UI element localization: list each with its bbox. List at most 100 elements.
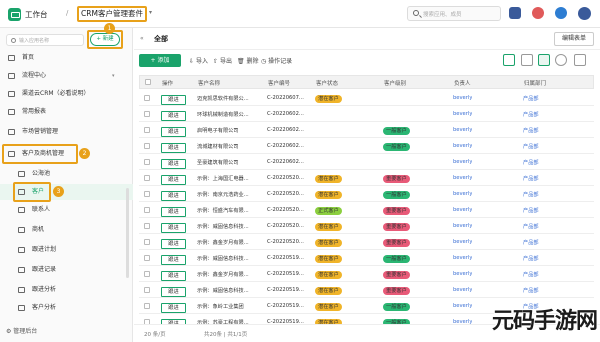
table-row[interactable]: 跟进 示例：威固信息科技... C-20220519... 潜在客户 一般客户 bever… [139,250,594,266]
page-size-select[interactable]: 20 条/页 [144,330,166,338]
column-header-level[interactable]: 客户级别 [384,79,406,87]
column-header-owner[interactable]: 负责人 [454,79,471,87]
app-center-icon[interactable] [509,7,521,19]
follow-up-button[interactable]: 跟进 [161,303,186,313]
department-link[interactable]: 产品部 [523,207,539,214]
sidebar-item-reports[interactable]: 常用报表 [0,104,133,120]
sidebar-item-marketing[interactable]: 市场营销管理 [0,124,133,140]
column-header-status[interactable]: 客户状态 [316,79,338,87]
sidebar-scrollbar[interactable] [126,188,129,278]
row-checkbox[interactable] [144,271,150,277]
follow-up-button[interactable]: 跟进 [161,143,186,153]
global-search-input[interactable]: 搜索应用、成员 [407,6,501,21]
chevron-down-icon[interactable]: ▾ [149,9,152,16]
department-link[interactable]: 产品部 [523,175,539,182]
app-title-selector[interactable]: CRM客户管理套件 [77,6,147,22]
view-title[interactable]: 全部 [154,34,168,44]
row-checkbox[interactable] [144,159,150,165]
column-header-operation[interactable]: 操作 [162,79,173,87]
table-row[interactable]: 跟进 启明电子有限公司 C-20220602... 一般客户 beverly 产品部 [139,122,594,138]
delete-button[interactable]: 🗑 删除 [237,56,259,65]
row-checkbox[interactable] [144,239,150,245]
row-checkbox[interactable] [144,127,150,133]
avatar[interactable] [578,7,591,20]
row-checkbox[interactable] [144,175,150,181]
owner-link[interactable]: beverly [453,207,472,213]
follow-up-button[interactable]: 跟进 [161,239,186,249]
edit-form-button[interactable]: 编辑表单 [554,32,594,46]
row-checkbox[interactable] [144,207,150,213]
owner-link[interactable]: beverly [453,287,472,293]
sidebar-item-contacts[interactable]: 联系人 [0,202,133,218]
select-all-checkbox[interactable] [145,79,151,85]
owner-link[interactable]: beverly [453,143,472,149]
refresh-icon[interactable] [555,54,567,66]
follow-up-button[interactable]: 跟进 [161,159,186,169]
row-checkbox[interactable] [144,95,150,101]
follow-up-button[interactable]: 跟进 [161,255,186,265]
owner-link[interactable]: beverly [453,159,472,165]
sidebar-item-public-pool[interactable]: 公海池 [0,166,133,182]
sidebar-item-follow-analysis[interactable]: 跟进分析 [0,282,133,298]
row-checkbox[interactable] [144,191,150,197]
sidebar-item-home[interactable]: 首页 [0,50,133,66]
owner-link[interactable]: beverly [453,175,472,181]
table-row[interactable]: 跟进 迈克凯思软件有限公... C-20220607... 潜在客户 beverly 产品… [139,90,594,106]
follow-up-button[interactable]: 跟进 [161,191,186,201]
follow-up-button[interactable]: 跟进 [161,127,186,137]
operation-log-button[interactable]: ◷ 操作记录 [261,56,292,65]
workbench-link[interactable]: 工作台 [25,9,48,20]
sidebar-item-opportunities[interactable]: 商机 [0,222,133,238]
follow-up-button[interactable]: 跟进 [161,175,186,185]
owner-link[interactable]: beverly [453,303,472,309]
owner-link[interactable]: beverly [453,223,472,229]
owner-link[interactable]: beverly [453,127,472,133]
department-link[interactable]: 产品部 [523,239,539,246]
department-link[interactable]: 产品部 [523,143,539,150]
owner-link[interactable]: beverly [453,239,472,245]
row-checkbox[interactable] [144,143,150,149]
owner-link[interactable]: beverly [453,271,472,277]
export-button[interactable]: ⇧ 导出 [213,56,232,65]
settings-icon[interactable] [574,54,586,66]
owner-link[interactable]: beverly [453,111,472,117]
row-checkbox[interactable] [144,111,150,117]
sort-icon[interactable] [521,54,533,66]
table-row[interactable]: 跟进 流城建材有限公司 C-20220602... 一般客户 beverly 产品部 [139,138,594,154]
sidebar-item-process[interactable]: 流程中心 ▾ [0,68,133,84]
view-mode-icon[interactable] [538,54,550,66]
department-link[interactable]: 产品部 [523,159,539,166]
department-link[interactable]: 产品部 [523,95,539,102]
table-row[interactable]: 跟进 示例：鑫金岁月有限... C-20220519... 潜在客户 重要客户 bever… [139,266,594,282]
department-link[interactable]: 产品部 [523,191,539,198]
follow-up-button[interactable]: 跟进 [161,111,186,121]
department-link[interactable]: 产品部 [523,111,539,118]
table-row[interactable]: 跟进 示例：南京元浩药业... C-20220520... 潜在客户 一般客户 bever… [139,186,594,202]
follow-up-button[interactable]: 跟进 [161,223,186,233]
owner-link[interactable]: beverly [453,191,472,197]
sidebar-item-guide[interactable]: 渠道云CRM（必看说明） [0,86,133,102]
table-row[interactable]: 跟进 示例：鑫金岁月有限... C-20220520... 潜在客户 重要客户 bever… [139,234,594,250]
follow-up-button[interactable]: 跟进 [161,271,186,281]
table-row[interactable]: 跟进 示例：恒盛汽车有限... C-20220520... 正式客户 重要客户 bever… [139,202,594,218]
sidebar-search-input[interactable]: 输入应用名称 [6,34,84,46]
add-button[interactable]: + 添加 [139,54,181,67]
sidebar-item-follow-records[interactable]: 跟进记录 [0,262,133,278]
table-row[interactable]: 跟进 环球机械制造有限公... C-20220602... beverly 产品部 [139,106,594,122]
column-header-code[interactable]: 客户编号 [268,79,290,87]
department-link[interactable]: 产品部 [523,287,539,294]
filter-icon[interactable] [503,54,515,66]
import-button[interactable]: ⇩ 导入 [189,56,208,65]
help-icon[interactable] [555,7,567,19]
column-header-name[interactable]: 客户名称 [198,79,220,87]
table-row[interactable]: 跟进 圣豪建筑有限公司 C-20220602... beverly 产品部 [139,154,594,170]
department-link[interactable]: 产品部 [523,223,539,230]
table-row[interactable]: 跟进 示例：威固信息科技... C-20220519... 潜在客户 重要客户 bever… [139,282,594,298]
sidebar-item-follow-plan[interactable]: 跟进计划 [0,242,133,258]
table-row[interactable]: 跟进 示例：威固信息科技... C-20220520... 潜在客户 重要客户 bever… [139,218,594,234]
sidebar-item-customer-analysis[interactable]: 客户分析 [0,300,133,316]
follow-up-button[interactable]: 跟进 [161,95,186,105]
row-checkbox[interactable] [144,303,150,309]
department-link[interactable]: 产品部 [523,127,539,134]
collapse-sidebar-icon[interactable]: « [140,35,144,42]
